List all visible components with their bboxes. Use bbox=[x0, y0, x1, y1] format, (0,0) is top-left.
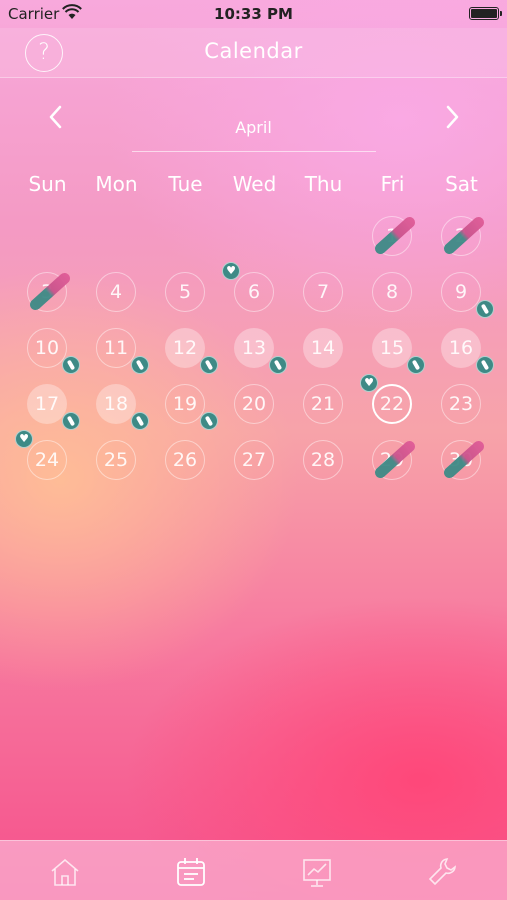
pill-badge-icon bbox=[476, 300, 494, 318]
heart-badge-icon: ♥ bbox=[360, 374, 378, 392]
pill-badge-icon bbox=[131, 412, 149, 430]
day-number: 15 bbox=[372, 328, 412, 368]
calendar-day-14[interactable]: 14 bbox=[289, 320, 358, 376]
today-day-number: 22 bbox=[372, 384, 412, 424]
calendar-day-10[interactable]: 10 bbox=[13, 320, 82, 376]
day-number: 14 bbox=[303, 328, 343, 368]
calendar-day-16[interactable]: 16 bbox=[427, 320, 496, 376]
status-bar: Carrier 10:33 PM bbox=[0, 0, 507, 28]
tab-chart[interactable] bbox=[300, 855, 334, 889]
calendar-day-27[interactable]: 27 bbox=[220, 432, 289, 488]
day-number: 10 bbox=[27, 328, 67, 368]
calendar-day-21[interactable]: 21 bbox=[289, 376, 358, 432]
calendar-day-26[interactable]: 26 bbox=[151, 432, 220, 488]
status-time: 10:33 PM bbox=[214, 5, 293, 23]
calendar-day-15[interactable]: 15 bbox=[358, 320, 427, 376]
day-number: 11 bbox=[96, 328, 136, 368]
day-number: 7 bbox=[303, 272, 343, 312]
weekday-sat: Sat bbox=[445, 172, 478, 196]
pill-badge-icon bbox=[407, 356, 425, 374]
calendar-day-13[interactable]: 13 bbox=[220, 320, 289, 376]
weekday-sun: Sun bbox=[28, 172, 67, 196]
calendar-day-25[interactable]: 25 bbox=[82, 432, 151, 488]
pill-badge-icon bbox=[62, 356, 80, 374]
calendar-day-29[interactable]: 29 bbox=[358, 432, 427, 488]
day-number: 5 bbox=[165, 272, 205, 312]
heart-badge-icon: ♥ bbox=[15, 430, 33, 448]
pill-badge-icon bbox=[200, 412, 218, 430]
calendar-day-19[interactable]: 19 bbox=[151, 376, 220, 432]
calendar-day-12[interactable]: 12 bbox=[151, 320, 220, 376]
pill-badge-icon bbox=[269, 356, 287, 374]
calendar-day-11[interactable]: 11 bbox=[82, 320, 151, 376]
tab-calendar[interactable] bbox=[174, 855, 208, 889]
pill-badge-icon bbox=[200, 356, 218, 374]
calendar-day-3[interactable]: 3 bbox=[13, 264, 82, 320]
calendar-day-2[interactable]: 2 bbox=[427, 208, 496, 264]
month-underline bbox=[132, 151, 376, 152]
next-month-button[interactable] bbox=[442, 104, 462, 130]
tab-settings[interactable] bbox=[426, 855, 460, 889]
nav-bar: ? Calendar bbox=[0, 28, 507, 78]
pill-badge-icon bbox=[62, 412, 80, 430]
month-label: April bbox=[235, 118, 272, 137]
calendar-day-4[interactable]: 4 bbox=[82, 264, 151, 320]
pill-badge-icon bbox=[131, 356, 149, 374]
weekday-thu: Thu bbox=[304, 172, 343, 196]
calendar-icon bbox=[177, 858, 205, 886]
calendar-day-23[interactable]: 23 bbox=[427, 376, 496, 432]
tab-home[interactable] bbox=[48, 855, 82, 889]
day-number: 9 bbox=[441, 272, 481, 312]
day-number: 19 bbox=[165, 384, 205, 424]
calendar-day-8[interactable]: 8 bbox=[358, 264, 427, 320]
page-title: Calendar bbox=[204, 39, 303, 63]
heart-badge-icon: ♥ bbox=[222, 262, 240, 280]
calendar-day-5[interactable]: 5 bbox=[151, 264, 220, 320]
weekday-mon: Mon bbox=[95, 172, 138, 196]
tab-bar bbox=[0, 840, 507, 900]
weekday-header: Sun Mon Tue Wed Thu Fri Sat bbox=[13, 172, 497, 200]
month-selector: April bbox=[0, 100, 507, 160]
weekday-wed: Wed bbox=[232, 172, 277, 196]
weekday-tue: Tue bbox=[168, 172, 203, 196]
day-number: 6 bbox=[234, 272, 274, 312]
calendar-day-6[interactable]: 6 ♥ bbox=[220, 262, 289, 320]
calendar-day-18[interactable]: 18 bbox=[82, 376, 151, 432]
calendar-day-24[interactable]: 24 ♥ bbox=[13, 430, 82, 488]
day-number: 26 bbox=[165, 440, 205, 480]
calendar-day-30[interactable]: 30 bbox=[427, 432, 496, 488]
calendar-day-20[interactable]: 20 bbox=[220, 376, 289, 432]
day-number: 28 bbox=[303, 440, 343, 480]
calendar-day-22[interactable]: 22 ♥ bbox=[358, 374, 427, 432]
calendar-grid: 123456♥78910111213141516171819202122♥232… bbox=[13, 208, 497, 488]
calendar-day-28[interactable]: 28 bbox=[289, 432, 358, 488]
home-icon bbox=[51, 858, 79, 886]
day-number: 23 bbox=[441, 384, 481, 424]
calendar-day-9[interactable]: 9 bbox=[427, 264, 496, 320]
day-number: 20 bbox=[234, 384, 274, 424]
calendar-day-1[interactable]: 1 bbox=[358, 208, 427, 264]
battery-icon bbox=[469, 7, 502, 20]
weekday-fri: Fri bbox=[380, 172, 405, 196]
wrench-icon bbox=[428, 858, 456, 886]
day-number: 4 bbox=[96, 272, 136, 312]
calendar-day-7[interactable]: 7 bbox=[289, 264, 358, 320]
day-number: 17 bbox=[27, 384, 67, 424]
day-number: 12 bbox=[165, 328, 205, 368]
day-number: 21 bbox=[303, 384, 343, 424]
calendar-day-17[interactable]: 17 bbox=[13, 376, 82, 432]
chart-icon bbox=[303, 859, 331, 887]
day-number: 25 bbox=[96, 440, 136, 480]
day-number: 27 bbox=[234, 440, 274, 480]
day-number: 18 bbox=[96, 384, 136, 424]
day-number: 8 bbox=[372, 272, 412, 312]
pill-badge-icon bbox=[476, 356, 494, 374]
day-number: 16 bbox=[441, 328, 481, 368]
day-number: 24 bbox=[27, 440, 67, 480]
day-number: 13 bbox=[234, 328, 274, 368]
